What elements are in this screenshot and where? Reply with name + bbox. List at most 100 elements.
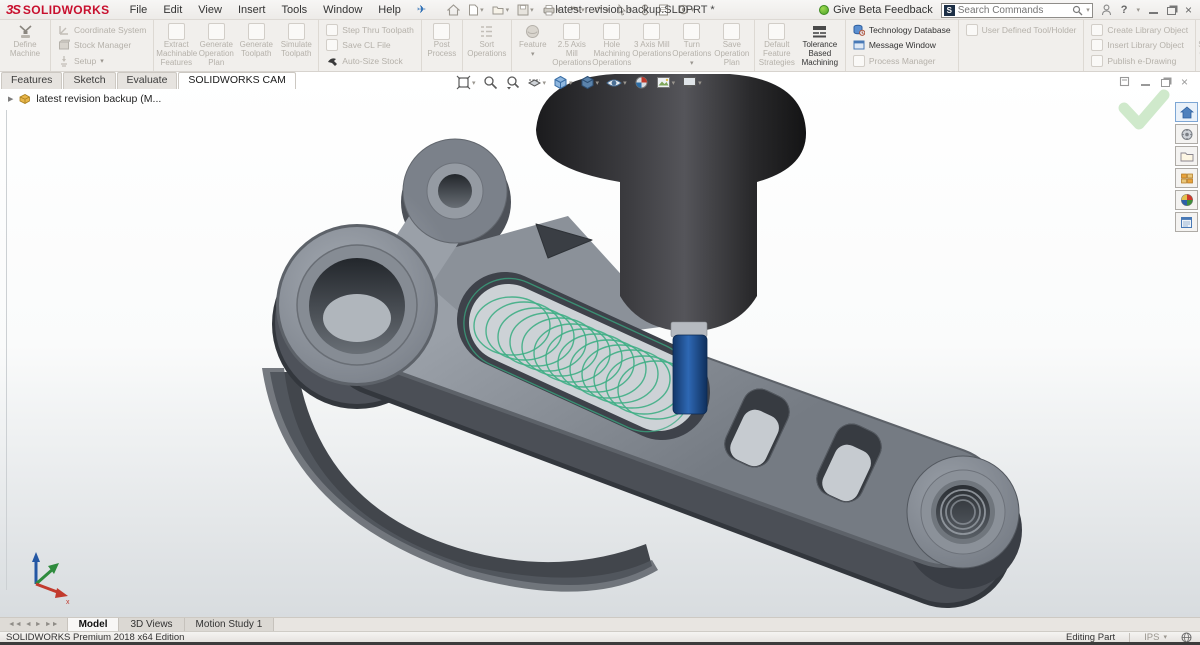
view-settings-icon[interactable]: ▾: [682, 76, 702, 89]
insert-library-object-button[interactable]: Insert Library Object: [1088, 38, 1191, 53]
technology-database-button[interactable]: Technology Database: [850, 22, 954, 37]
tab-nav-last-icon[interactable]: ►►: [45, 621, 59, 628]
axis3-mill-operations-button[interactable]: 3 Axis Mill Operations: [632, 21, 672, 70]
save-operation-plan-button[interactable]: Save Operation Plan: [712, 21, 752, 70]
turn-operations-dropdown-icon[interactable]: ▾: [690, 60, 694, 68]
save-cl-file-button[interactable]: Save CL File: [323, 38, 417, 53]
tab-sketch[interactable]: Sketch: [63, 72, 115, 89]
tab-nav-first-icon[interactable]: ◄◄: [8, 621, 22, 628]
view-palette-button[interactable]: [1175, 168, 1198, 188]
message-window-button[interactable]: Message Window: [850, 38, 954, 53]
generate-operation-plan-button[interactable]: Generate Operation Plan: [196, 21, 236, 70]
hide-show-dropdown-icon[interactable]: ▾: [623, 79, 627, 87]
search-input[interactable]: [958, 5, 1069, 16]
document-restore-button[interactable]: [1161, 79, 1170, 87]
zoom-to-fit-dropdown-icon[interactable]: ▾: [472, 79, 476, 87]
hide-show-items-icon[interactable]: ▾: [606, 76, 627, 90]
document-minimize-button[interactable]: [1141, 78, 1150, 86]
turn-operations-button[interactable]: Turn Operations ▾: [672, 21, 712, 70]
save-dropdown-icon[interactable]: ▾: [530, 6, 534, 14]
tab-nav-next-icon[interactable]: ►: [35, 621, 42, 628]
new-dropdown-icon[interactable]: ▾: [480, 6, 484, 14]
home-icon[interactable]: [444, 3, 463, 17]
post-process-button[interactable]: Post Process: [424, 21, 460, 70]
menu-view[interactable]: View: [190, 0, 230, 20]
units-dropdown-icon[interactable]: ▾: [1163, 633, 1167, 641]
step-thru-toolpath-button[interactable]: Step Thru Toolpath: [323, 22, 417, 37]
sort-operations-button[interactable]: Sort Operations: [465, 21, 509, 70]
auto-size-stock-button[interactable]: Auto-Size Stock: [323, 54, 417, 69]
search-dropdown-icon[interactable]: ▾: [1086, 6, 1090, 14]
process-manager-button[interactable]: Process Manager: [850, 54, 954, 69]
document-close-button[interactable]: ×: [1181, 77, 1188, 87]
tab-3d-views[interactable]: 3D Views: [119, 618, 184, 631]
give-beta-feedback-button[interactable]: Give Beta Feedback: [819, 4, 933, 16]
tab-solidworks-cam[interactable]: SOLIDWORKS CAM: [178, 72, 295, 89]
custom-properties-button[interactable]: [1175, 212, 1198, 232]
search-scope-icon[interactable]: S: [944, 5, 955, 16]
view-orientation-icon[interactable]: ▾: [553, 75, 573, 90]
open-dropdown-icon[interactable]: ▾: [506, 6, 510, 14]
menu-window[interactable]: Window: [315, 0, 370, 20]
section-view-dropdown-icon[interactable]: ▾: [543, 79, 547, 87]
view-orientation-dropdown-icon[interactable]: ▾: [569, 79, 573, 87]
pin-menu-icon[interactable]: ✈: [409, 3, 434, 16]
feature-tree-root[interactable]: ▶ latest revision backup (M...: [8, 93, 161, 105]
menu-edit[interactable]: Edit: [155, 0, 190, 20]
default-feature-strategies-button[interactable]: Default Feature Strategies: [757, 21, 797, 70]
tab-features[interactable]: Features: [1, 72, 62, 89]
tab-motion-study-1[interactable]: Motion Study 1: [185, 618, 275, 631]
tolerance-based-machining-button[interactable]: Tolerance Based Machining: [797, 21, 843, 70]
tab-model[interactable]: Model: [68, 618, 120, 631]
tab-scroll-arrows[interactable]: ◄◄ ◄ ► ►►: [0, 618, 68, 631]
help-menu-icon[interactable]: ?: [1121, 4, 1128, 16]
login-user-icon[interactable]: [1101, 4, 1112, 16]
restore-button[interactable]: [1167, 7, 1176, 15]
units-selector[interactable]: IPS ▾: [1144, 632, 1167, 643]
open-icon[interactable]: ▾: [489, 3, 513, 17]
axis25-mill-operations-button[interactable]: 2.5 Axis Mill Operations: [552, 21, 592, 70]
setup-button[interactable]: Setup ▾: [55, 54, 149, 69]
display-style-dropdown-icon[interactable]: ▾: [596, 79, 600, 87]
stock-manager-button[interactable]: Stock Manager: [55, 38, 149, 53]
minimize-button[interactable]: [1149, 6, 1158, 14]
extract-machinable-features-button[interactable]: Extract Machinable Features: [156, 21, 196, 70]
generate-toolpath-button[interactable]: Generate Toolpath: [236, 21, 276, 70]
search-commands-box[interactable]: S ▾: [941, 3, 1093, 18]
publish-edrawing-button[interactable]: Publish e-Drawing: [1088, 54, 1191, 69]
menu-tools[interactable]: Tools: [273, 0, 315, 20]
tab-evaluate[interactable]: Evaluate: [117, 72, 178, 89]
menu-insert[interactable]: Insert: [230, 0, 274, 20]
display-style-icon[interactable]: ▾: [580, 75, 600, 90]
tree-expand-icon[interactable]: ▶: [8, 95, 13, 103]
search-icon[interactable]: [1072, 5, 1083, 16]
define-machine-button[interactable]: Define Machine: [2, 21, 48, 70]
tab-nav-prev-icon[interactable]: ◄: [25, 621, 32, 628]
file-explorer-button[interactable]: [1175, 146, 1198, 166]
menu-help[interactable]: Help: [370, 0, 409, 20]
new-document-icon[interactable]: ▾: [465, 3, 487, 17]
tags-globe-icon[interactable]: [1181, 632, 1192, 643]
previous-view-icon[interactable]: [505, 75, 520, 90]
hole-machining-operations-button[interactable]: Hole Machining Operations: [592, 21, 632, 70]
feature-tree-splitter[interactable]: [6, 110, 7, 590]
apply-scene-icon[interactable]: ▾: [656, 76, 676, 89]
user-defined-tool-holder-button[interactable]: User Defined Tool/Holder: [963, 22, 1080, 37]
document-icon[interactable]: [1119, 76, 1130, 87]
model-scene[interactable]: x: [0, 72, 1200, 618]
feature-button[interactable]: Feature ▾: [514, 21, 552, 70]
simulate-toolpath-button[interactable]: Simulate Toolpath: [276, 21, 316, 70]
menu-file[interactable]: File: [122, 0, 156, 20]
zoom-to-fit-icon[interactable]: ▾: [456, 75, 476, 90]
close-button[interactable]: ×: [1185, 5, 1192, 15]
create-library-object-button[interactable]: Create Library Object: [1088, 22, 1191, 37]
edit-appearance-icon[interactable]: [634, 75, 649, 90]
save-icon[interactable]: ▾: [514, 3, 537, 17]
zoom-to-area-icon[interactable]: [483, 75, 498, 90]
apply-scene-dropdown-icon[interactable]: ▾: [672, 79, 676, 87]
setup-dropdown-icon[interactable]: ▾: [100, 57, 104, 65]
section-view-icon[interactable]: ▾: [527, 75, 547, 90]
design-library-button[interactable]: [1175, 124, 1198, 144]
graphics-area[interactable]: x ▶ latest revision backup (M... ▾ ▾ ▾ ▾: [0, 72, 1200, 618]
view-settings-dropdown-icon[interactable]: ▾: [698, 79, 702, 87]
